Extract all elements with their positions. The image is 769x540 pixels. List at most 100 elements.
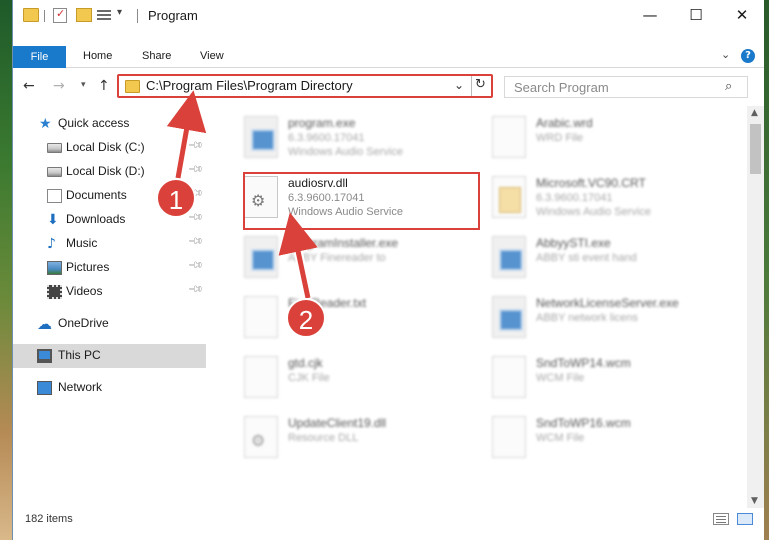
computer-icon [37, 349, 52, 363]
cab-icon [492, 176, 526, 218]
sidebar-item-quick-access[interactable]: ★ Quick access [13, 112, 206, 136]
tab-view[interactable]: View [200, 50, 224, 62]
gear-dll-icon [244, 416, 278, 458]
file-name: UpdateClient19.dll [288, 416, 387, 430]
sidebar-item-label: OneDrive [58, 316, 109, 330]
pin-icon[interactable]: 📌︎ [187, 257, 204, 274]
toolbar-separator [44, 10, 45, 22]
pictures-icon [47, 261, 62, 275]
scroll-up-icon[interactable]: ▲ [751, 108, 758, 118]
tab-share[interactable]: Share [142, 50, 171, 62]
sidebar-item-network[interactable]: Network [13, 376, 206, 400]
maximize-button[interactable]: ☐ [673, 0, 719, 32]
recent-locations-icon[interactable]: ▾ [81, 80, 86, 90]
file-item[interactable]: SndToWP14.wcm WCM File [484, 350, 720, 408]
file-version: 6.3.9600.17041 [288, 132, 365, 144]
videos-icon [47, 285, 62, 299]
forward-icon[interactable]: → [53, 78, 65, 94]
title-bar: ▾ Program — ☐ ✕ [13, 0, 764, 32]
file-description: Windows Audio Service [536, 206, 651, 218]
search-icon[interactable]: ⌕ [725, 79, 732, 94]
up-icon[interactable]: ↑ [98, 78, 110, 94]
file-version: 6.3.9600.17041 [536, 192, 613, 204]
address-path[interactable]: C:\Program Files\Program Directory [146, 78, 353, 93]
drive-icon [47, 143, 62, 153]
exe-icon [244, 236, 278, 278]
file-type: WCM File [536, 432, 585, 444]
file-name: Microsoft.VC90.CRT [536, 176, 646, 190]
file-description: ABBY Finereader to [288, 252, 386, 264]
file-item[interactable]: UpdateClient19.dll Resource DLL [236, 410, 472, 468]
document-icon [244, 296, 278, 338]
file-item[interactable]: FineReader.txt [236, 290, 472, 348]
sidebar-item-label: Documents [66, 188, 127, 202]
file-type: WRD File [536, 132, 584, 144]
search-placeholder: Search Program [514, 80, 609, 95]
exe-icon [492, 296, 526, 338]
sidebar-item-music[interactable]: ♪ Music 📌︎ [13, 232, 206, 256]
expand-ribbon-icon[interactable]: ⌄ [721, 48, 730, 61]
help-icon[interactable]: ? [741, 49, 755, 63]
properties-icon[interactable] [53, 7, 67, 23]
exe-icon [492, 236, 526, 278]
file-item[interactable]: Microsoft.VC90.CRT 6.3.9600.17041 Window… [484, 170, 720, 228]
file-item[interactable]: ProgramInstaller.exe ABBY Finereader to [236, 230, 472, 288]
tiles-view-icon[interactable] [737, 513, 753, 525]
file-name: Arabic.wrd [536, 116, 593, 130]
close-button[interactable]: ✕ [719, 0, 765, 32]
file-type: WCM File [536, 372, 585, 384]
file-item[interactable]: Arabic.wrd WRD File [484, 110, 720, 168]
sidebar-item-onedrive[interactable]: ☁ OneDrive [13, 312, 206, 336]
new-folder-icon[interactable] [76, 8, 92, 22]
refresh-icon[interactable]: ↻ [475, 77, 486, 92]
sidebar-item-videos[interactable]: Videos 📌︎ [13, 280, 206, 304]
step-1-badge: 1 [156, 178, 196, 218]
minimize-button[interactable]: — [627, 0, 673, 32]
explorer-window: ▾ Program — ☐ ✕ File Home Share View ⌄ ?… [12, 0, 764, 540]
sidebar-item-label: Network [58, 380, 103, 394]
file-item[interactable]: program.exe 6.3.9600.17041 Windows Audio… [236, 110, 472, 168]
step-2-badge: 2 [286, 298, 326, 338]
file-item[interactable]: NetworkLicenseServer.exe ABBY network li… [484, 290, 720, 348]
navigation-pane: ★ Quick access Local Disk (C:) 📌︎ Local … [13, 106, 206, 504]
exe-icon [244, 116, 278, 158]
sidebar-item-local-disk-c[interactable]: Local Disk (C:) 📌︎ [13, 136, 206, 160]
address-dropdown-icon[interactable]: ⌄ [454, 78, 464, 92]
star-icon: ★ [39, 116, 52, 132]
file-name: SndToWP16.wcm [536, 416, 631, 430]
sidebar-item-label: Local Disk (C:) [66, 140, 145, 154]
search-input[interactable]: Search Program ⌕ [504, 76, 748, 98]
sidebar-item-pictures[interactable]: Pictures 📌︎ [13, 256, 206, 280]
title-separator [137, 9, 138, 23]
pin-icon[interactable]: 📌︎ [187, 233, 204, 250]
vertical-scrollbar[interactable]: ▲ ▼ [747, 106, 764, 510]
customize-view-icon[interactable] [97, 8, 113, 22]
pin-icon[interactable]: 📌︎ [187, 281, 204, 298]
quick-access-dropdown-icon[interactable]: ▾ [117, 7, 122, 18]
folder-icon [125, 80, 140, 93]
file-type: CJK File [288, 372, 330, 384]
file-description: Windows Audio Service [288, 146, 403, 158]
tab-home[interactable]: Home [83, 50, 112, 62]
file-name: NetworkLicenseServer.exe [536, 296, 679, 310]
details-view-icon[interactable] [713, 513, 729, 525]
file-name: SndToWP14.wcm [536, 356, 631, 370]
sidebar-item-label: Music [66, 236, 98, 250]
pin-icon[interactable]: 📌︎ [187, 137, 204, 154]
sidebar-item-label: Downloads [66, 212, 126, 226]
file-item[interactable]: gtd.cjk CJK File [236, 350, 472, 408]
back-icon[interactable]: ← [23, 78, 35, 94]
sidebar-item-this-pc[interactable]: This PC [13, 344, 206, 368]
file-item[interactable]: AbbyySTI.exe ABBY sti event hand [484, 230, 720, 288]
file-item[interactable]: SndToWP16.wcm WCM File [484, 410, 720, 468]
scroll-down-icon[interactable]: ▼ [751, 496, 758, 506]
pin-icon[interactable]: 📌︎ [187, 161, 204, 178]
desktop-background-left [0, 0, 12, 540]
file-name: gtd.cjk [288, 356, 323, 370]
music-icon: ♪ [47, 236, 56, 252]
tab-file[interactable]: File [13, 46, 66, 68]
sidebar-item-label: Pictures [66, 260, 110, 274]
scrollbar-thumb[interactable] [750, 124, 761, 174]
address-bar[interactable]: C:\Program Files\Program Directory ⌄ ↻ [117, 74, 493, 98]
file-description: ABBY network licens [536, 312, 638, 324]
